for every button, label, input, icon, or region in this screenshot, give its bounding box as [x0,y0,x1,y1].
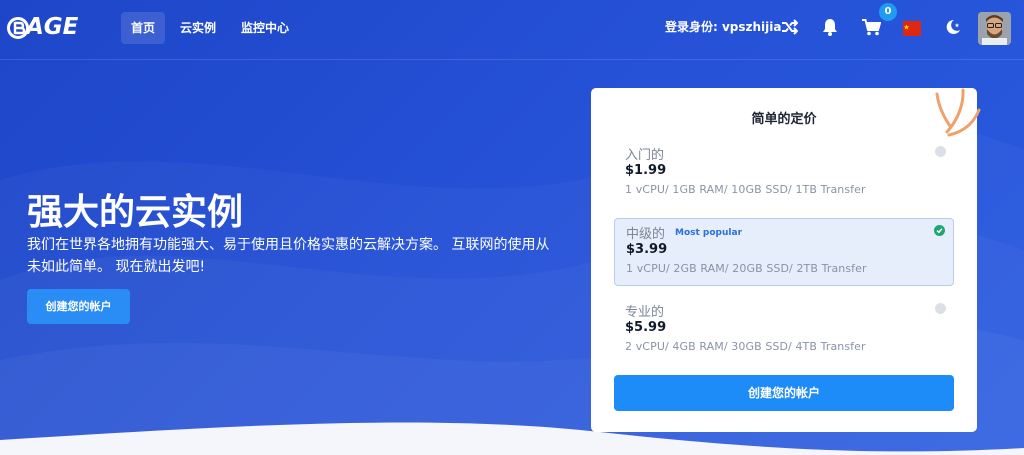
hero-title: 强大的云实例 [27,192,244,233]
moon-star-icon[interactable] [942,16,964,38]
plan-name: 中级的 [626,227,666,242]
plan-option-starter[interactable]: 入门的 $1.99 1 vCPU/ 1GB RAM/ 10GB SSD/ 1TB… [614,140,954,208]
plan-price: $5.99 [625,320,667,335]
hero-description: 我们在世界各地拥有功能强大、易于使用且价格实惠的云解决方案。 互联网的使用从未如… [27,237,550,275]
cart-count-badge: 0 [879,3,897,21]
brand-logo[interactable]: AGE [6,14,90,44]
nav-item-monitoring[interactable]: 监控中心 [231,12,299,44]
create-account-button[interactable]: 创建您的帐户 [27,289,130,324]
plan-price: $3.99 [626,242,668,257]
card-create-account-button[interactable]: 创建您的帐户 [614,375,954,411]
decorative-strokes-icon [935,88,981,137]
cart-icon[interactable] [860,16,882,38]
bell-icon[interactable] [819,16,841,38]
main-nav: 首页 云实例 监控中心 [121,12,304,44]
shuffle-icon[interactable] [779,16,801,38]
top-navbar: AGE 首页 云实例 监控中心 登录身份: vpszhijia 0 [0,0,1024,60]
nav-item-home[interactable]: 首页 [121,12,166,44]
plan-name: 入门的 [625,148,665,163]
plan-option-pro[interactable]: 专业的 $5.99 2 vCPU/ 4GB RAM/ 30GB SSD/ 4TB… [614,297,954,365]
pricing-card: 简单的定价 入门的 $1.99 1 vCPU/ 1GB RAM/ 10GB SS… [591,88,977,432]
nav-item-cloud-instances[interactable]: 云实例 [170,12,226,44]
china-flag-icon[interactable] [903,21,921,36]
plan-price: $1.99 [625,163,667,178]
login-identity[interactable]: 登录身份: vpszhijia [665,18,782,35]
plan-spec: 1 vCPU/ 1GB RAM/ 10GB SSD/ 1TB Transfer [625,183,866,196]
user-avatar[interactable] [978,12,1011,45]
plan-option-intermediate[interactable]: 中级的 Most popular $3.99 1 vCPU/ 2GB RAM/ … [614,218,954,286]
most-popular-badge: Most popular [675,228,743,238]
logo-text: AGE [26,14,79,40]
pricing-title: 简单的定价 [751,112,817,127]
plan-name: 专业的 [625,305,665,320]
radio-unchecked-icon[interactable] [935,146,946,157]
plan-spec: 1 vCPU/ 2GB RAM/ 20GB SSD/ 2TB Transfer [626,262,867,275]
plan-spec: 2 vCPU/ 4GB RAM/ 30GB SSD/ 4TB Transfer [625,340,866,353]
check-circle-icon[interactable] [934,225,945,236]
radio-unchecked-icon[interactable] [935,303,946,314]
